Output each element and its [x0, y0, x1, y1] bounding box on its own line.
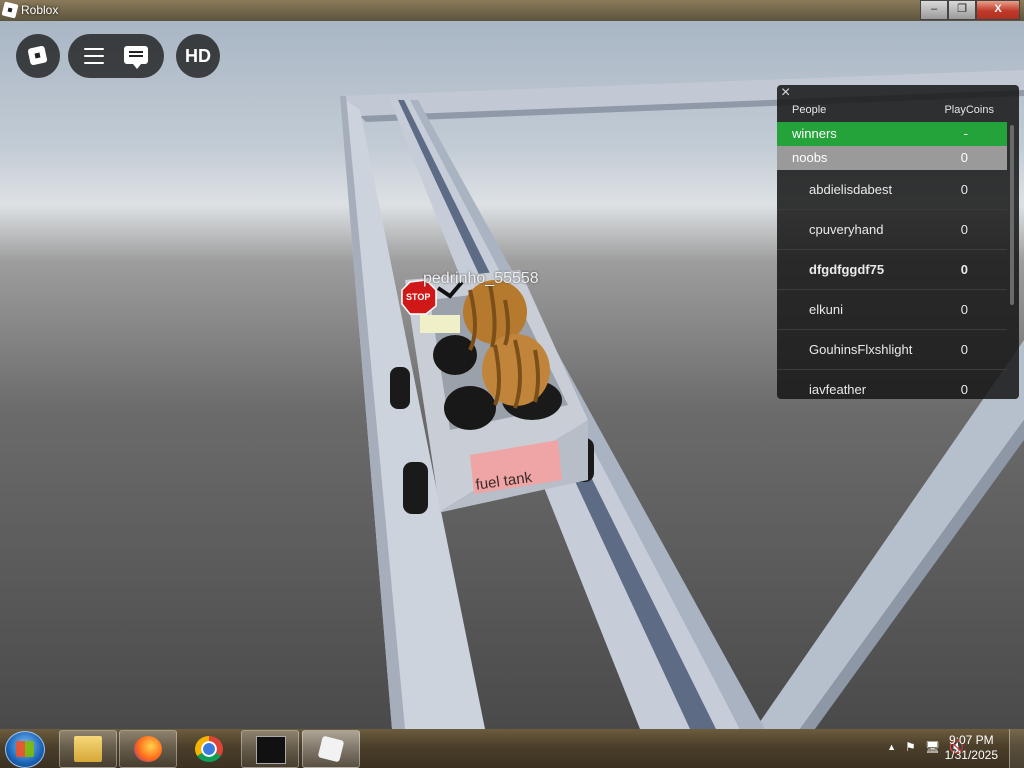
close-button[interactable]: X — [976, 0, 1020, 20]
stop-sign-text: STOP — [406, 292, 430, 302]
taskbar-file-explorer[interactable] — [59, 730, 117, 768]
window-titlebar: Roblox – ❐ X — [0, 0, 1024, 21]
player-nametag: pedrinho_55558 — [423, 270, 539, 287]
maximize-button[interactable]: ❐ — [948, 0, 976, 20]
window-controls: – ❐ X — [920, 0, 1020, 20]
player-score: 0 — [960, 302, 968, 317]
leaderboard-close-icon[interactable]: × — [781, 85, 790, 102]
cart[interactable]: STOP fuel tank — [390, 270, 594, 514]
taskbar-command-prompt[interactable] — [241, 730, 299, 768]
player-name: GouhinsFlxshlight — [809, 342, 913, 357]
player-name: iavfeather — [809, 382, 867, 397]
player-row-self[interactable]: dfgdfggdf75 0 — [777, 250, 1007, 290]
team-score: 0 — [960, 150, 968, 165]
player-score: 0 — [960, 262, 968, 277]
clock-time: 9:07 PM — [948, 733, 994, 747]
taskbar-chrome[interactable] — [180, 730, 238, 768]
window-title: Roblox — [21, 3, 59, 17]
leaderboard: × People PlayCoins winners - noobs 0 abd… — [777, 85, 1019, 399]
network-icon[interactable]: 🖥 — [925, 740, 940, 754]
team-name: noobs — [792, 150, 828, 165]
team-row-noobs[interactable]: noobs 0 — [777, 146, 1007, 170]
chat-icon[interactable] — [124, 46, 148, 69]
start-button[interactable] — [5, 731, 45, 768]
people-column-header: People — [792, 104, 827, 116]
leaderboard-header: People PlayCoins — [777, 101, 1019, 121]
player-name: elkuni — [809, 302, 843, 317]
firefox-icon — [134, 736, 162, 762]
playcoins-column-header: PlayCoins — [944, 104, 994, 116]
show-hidden-icons-icon[interactable]: ▲ — [887, 740, 896, 754]
player-row[interactable]: cpuveryhand 0 — [777, 210, 1007, 250]
leaderboard-scrollbar[interactable] — [1010, 125, 1014, 305]
player-row[interactable]: iavfeather 0 — [777, 370, 1007, 399]
taskbar: ▲ ⚑ 🖥 🔇 9:07 PM 1/31/2025 — [0, 729, 1024, 768]
player-score: 0 — [960, 222, 968, 237]
team-name: winners — [792, 126, 837, 141]
minimize-button[interactable]: – — [920, 0, 948, 20]
player-name: cpuveryhand — [809, 222, 884, 237]
chrome-icon — [195, 736, 223, 762]
roblox-icon — [317, 735, 345, 763]
hamburger-menu-icon[interactable] — [84, 48, 104, 64]
player-score: 0 — [960, 342, 968, 357]
player-row[interactable]: GouhinsFlxshlight 0 — [777, 330, 1007, 370]
player-score: 0 — [960, 382, 968, 397]
player-name: dfgdfggdf75 — [809, 262, 885, 277]
action-center-flag-icon[interactable]: ⚑ — [905, 740, 916, 754]
player-score: 0 — [960, 182, 968, 197]
team-score: - — [963, 126, 968, 141]
folder-icon — [74, 736, 102, 762]
team-row-winners[interactable]: winners - — [777, 122, 1007, 146]
show-desktop-button[interactable] — [1009, 729, 1024, 768]
player-name: abdielisdabest — [809, 182, 893, 197]
taskbar-firefox[interactable] — [119, 730, 177, 768]
roblox-menu-button[interactable] — [16, 34, 60, 78]
clock[interactable]: 9:07 PM 1/31/2025 — [945, 733, 998, 763]
roblox-app-icon — [1, 1, 19, 19]
clock-date: 1/31/2025 — [944, 748, 998, 762]
roblox-logo-icon — [27, 45, 48, 66]
player-row[interactable]: elkuni 0 — [777, 290, 1007, 330]
menu-chat-group — [68, 34, 164, 78]
terminal-icon — [256, 736, 286, 764]
player-row[interactable]: abdielisdabest 0 — [777, 170, 1007, 210]
taskbar-roblox[interactable] — [302, 730, 360, 768]
hd-admin-button[interactable]: HD — [176, 34, 220, 78]
